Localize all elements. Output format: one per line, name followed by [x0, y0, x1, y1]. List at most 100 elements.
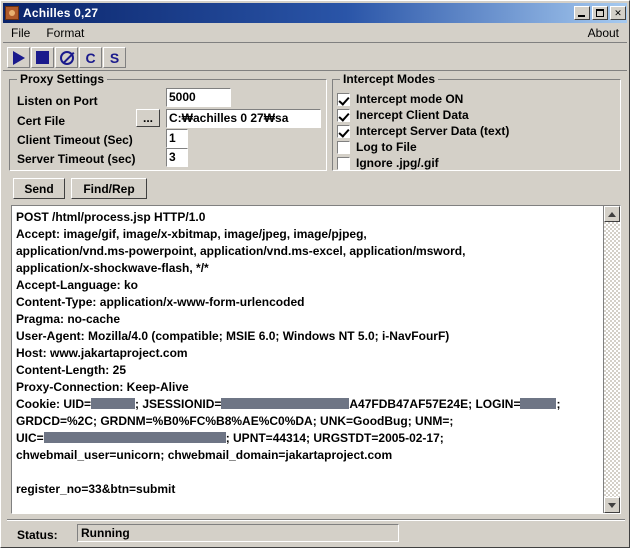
request-text-run: ; — [556, 397, 561, 411]
request-line: User-Agent: Mozilla/4.0 (compatible; MSI… — [16, 328, 600, 345]
server-timeout-label: Server Timeout (sec) — [17, 152, 136, 166]
status-value: Running — [77, 524, 399, 542]
request-text-run: GRDCD=%2C; GRDNM=%B0%FC%B8%AE%C0%DA; UNK… — [16, 414, 454, 428]
letter-s-icon: S — [109, 49, 120, 66]
scroll-up-button[interactable] — [604, 206, 620, 222]
request-text-run: ; JSESSIONID= — [135, 397, 222, 411]
request-line: application/vnd.ms-powerpoint, applicati… — [16, 243, 600, 260]
redacted-value — [221, 398, 350, 409]
menu-about[interactable]: About — [580, 25, 627, 42]
letter-c-icon: C — [85, 49, 96, 66]
checkbox-box-intercept-client-data[interactable] — [337, 108, 350, 122]
request-line — [16, 464, 600, 481]
menu-file[interactable]: File — [3, 25, 38, 42]
request-line: Content-Length: 25 — [16, 362, 600, 379]
start-proxy-button[interactable] — [7, 47, 30, 68]
request-text-run: POST /html/process.jsp HTTP/1.0 — [16, 210, 206, 224]
cert-file-label: Cert File — [17, 114, 66, 128]
request-line: register_no=33&btn=submit — [16, 481, 600, 498]
client-timeout-label: Client Timeout (Sec) — [17, 133, 133, 147]
checkbox-intercept-server-data[interactable]: Intercept Server Data (text) — [337, 124, 509, 138]
achilles-main-window: Achilles 0,27 ✕ File Format About C S Pr… — [0, 0, 630, 548]
stop-icon — [36, 51, 49, 64]
minimize-button[interactable] — [574, 6, 590, 20]
checkbox-label-intercept-server-data: Intercept Server Data (text) — [356, 124, 510, 138]
checkbox-intercept-client-data[interactable]: Inercept Client Data — [337, 108, 469, 122]
menu-bar: File Format About — [3, 24, 627, 43]
checkbox-intercept-mode-on[interactable]: Intercept mode ON — [337, 92, 463, 106]
request-line: Content-Type: application/x-www-form-url… — [16, 294, 600, 311]
request-text-run: register_no=33&btn=submit — [16, 482, 176, 496]
menu-format[interactable]: Format — [38, 25, 92, 42]
request-text-run: ; UPNT=44314; URGSTDT=2005-02-17; — [225, 431, 444, 445]
server-button[interactable]: S — [103, 47, 126, 68]
request-text-run: A47FDB47AF57E24E; LOGIN= — [349, 397, 521, 411]
status-label: Status: — [17, 528, 58, 542]
maximize-button[interactable] — [592, 6, 608, 20]
request-line: GRDCD=%2C; GRDNM=%B0%FC%B8%AE%C0%DA; UNK… — [16, 413, 600, 430]
request-line: POST /html/process.jsp HTTP/1.0 — [16, 209, 600, 226]
request-text-run: Cookie: UID= — [16, 397, 92, 411]
proxy-settings-title: Proxy Settings — [17, 72, 108, 86]
listen-port-label: Listen on Port — [17, 94, 98, 108]
vertical-scrollbar[interactable] — [603, 206, 620, 513]
checkbox-box-log-to-file[interactable] — [337, 140, 350, 154]
request-text-run: chwebmail_user=unicorn; chwebmail_domain… — [16, 448, 393, 462]
find-replace-button[interactable]: Find/Rep — [71, 178, 147, 199]
checkbox-label-intercept-mode-on: Intercept mode ON — [356, 92, 464, 106]
redacted-value — [43, 432, 226, 443]
close-button[interactable]: ✕ — [610, 6, 626, 20]
cert-file-browse-button[interactable]: ... — [136, 109, 160, 127]
block-button[interactable] — [55, 47, 78, 68]
toolbar: C S — [3, 45, 627, 71]
play-icon — [12, 50, 25, 65]
checkbox-box-intercept-server-data[interactable] — [337, 124, 350, 138]
chevron-up-icon — [608, 211, 616, 217]
title-bar: Achilles 0,27 ✕ — [3, 3, 627, 23]
checkbox-box-ignore-jpg-gif[interactable] — [337, 156, 350, 170]
send-button[interactable]: Send — [13, 178, 65, 199]
request-text-run: Content-Type: application/x-www-form-url… — [16, 295, 305, 309]
checkbox-ignore-jpg-gif[interactable]: Ignore .jpg/.gif — [337, 156, 439, 170]
request-text-run: application/vnd.ms-powerpoint, applicati… — [16, 244, 466, 258]
intercept-modes-title: Intercept Modes — [340, 72, 439, 86]
request-line: application/x-shockwave-flash, */* — [16, 260, 600, 277]
request-text-run: Proxy-Connection: Keep-Alive — [16, 380, 189, 394]
server-timeout-input[interactable]: 3 — [166, 148, 188, 167]
request-line: Accept: image/gif, image/x-xbitmap, imag… — [16, 226, 600, 243]
request-text-run: Host: www.jakartaproject.com — [16, 346, 188, 360]
request-text-run: User-Agent: Mozilla/4.0 (compatible; MSI… — [16, 329, 450, 343]
status-separator — [7, 519, 625, 521]
request-text-run: UIC= — [16, 431, 44, 445]
client-timeout-input[interactable]: 1 — [166, 129, 188, 148]
request-text-area[interactable]: POST /html/process.jsp HTTP/1.0 Accept: i… — [11, 205, 621, 514]
checkbox-box-intercept-mode-on[interactable] — [337, 92, 350, 106]
window-controls: ✕ — [574, 6, 626, 20]
request-text-run: Accept-Language: ko — [16, 278, 139, 292]
request-line: UIC= ; UPNT=44314; URGSTDT=2005-02-17; — [16, 430, 600, 447]
request-text-run: Accept: image/gif, image/x-xbitmap, imag… — [16, 227, 367, 241]
cert-file-input[interactable]: C:₩achilles 0 27₩sa — [166, 109, 321, 128]
request-line: Host: www.jakartaproject.com — [16, 345, 600, 362]
chevron-down-icon — [608, 502, 616, 508]
client-button[interactable]: C — [79, 47, 102, 68]
request-text-run: Pragma: no-cache — [16, 312, 121, 326]
scroll-down-button[interactable] — [604, 497, 620, 513]
stop-proxy-button[interactable] — [31, 47, 54, 68]
request-line: Accept-Language: ko — [16, 277, 600, 294]
request-line: Cookie: UID= ; JSESSIONID= A47FDB47AF57E24… — [16, 396, 600, 413]
checkbox-label-ignore-jpg-gif: Ignore .jpg/.gif — [356, 156, 439, 170]
window-title: Achilles 0,27 — [23, 6, 99, 20]
listen-port-input[interactable]: 5000 — [166, 88, 231, 107]
request-text-run: Content-Length: 25 — [16, 363, 126, 377]
request-text-run: application/x-shockwave-flash, */* — [16, 261, 209, 275]
request-line: Proxy-Connection: Keep-Alive — [16, 379, 600, 396]
redacted-value — [520, 398, 557, 409]
request-line: chwebmail_user=unicorn; chwebmail_domain… — [16, 447, 600, 464]
no-entry-icon — [59, 50, 74, 65]
request-text-content[interactable]: POST /html/process.jsp HTTP/1.0 Accept: i… — [12, 206, 603, 513]
checkbox-log-to-file[interactable]: Log to File — [337, 140, 417, 154]
request-line: Pragma: no-cache — [16, 311, 600, 328]
redacted-value — [91, 398, 136, 409]
achilles-app-icon — [5, 6, 19, 20]
